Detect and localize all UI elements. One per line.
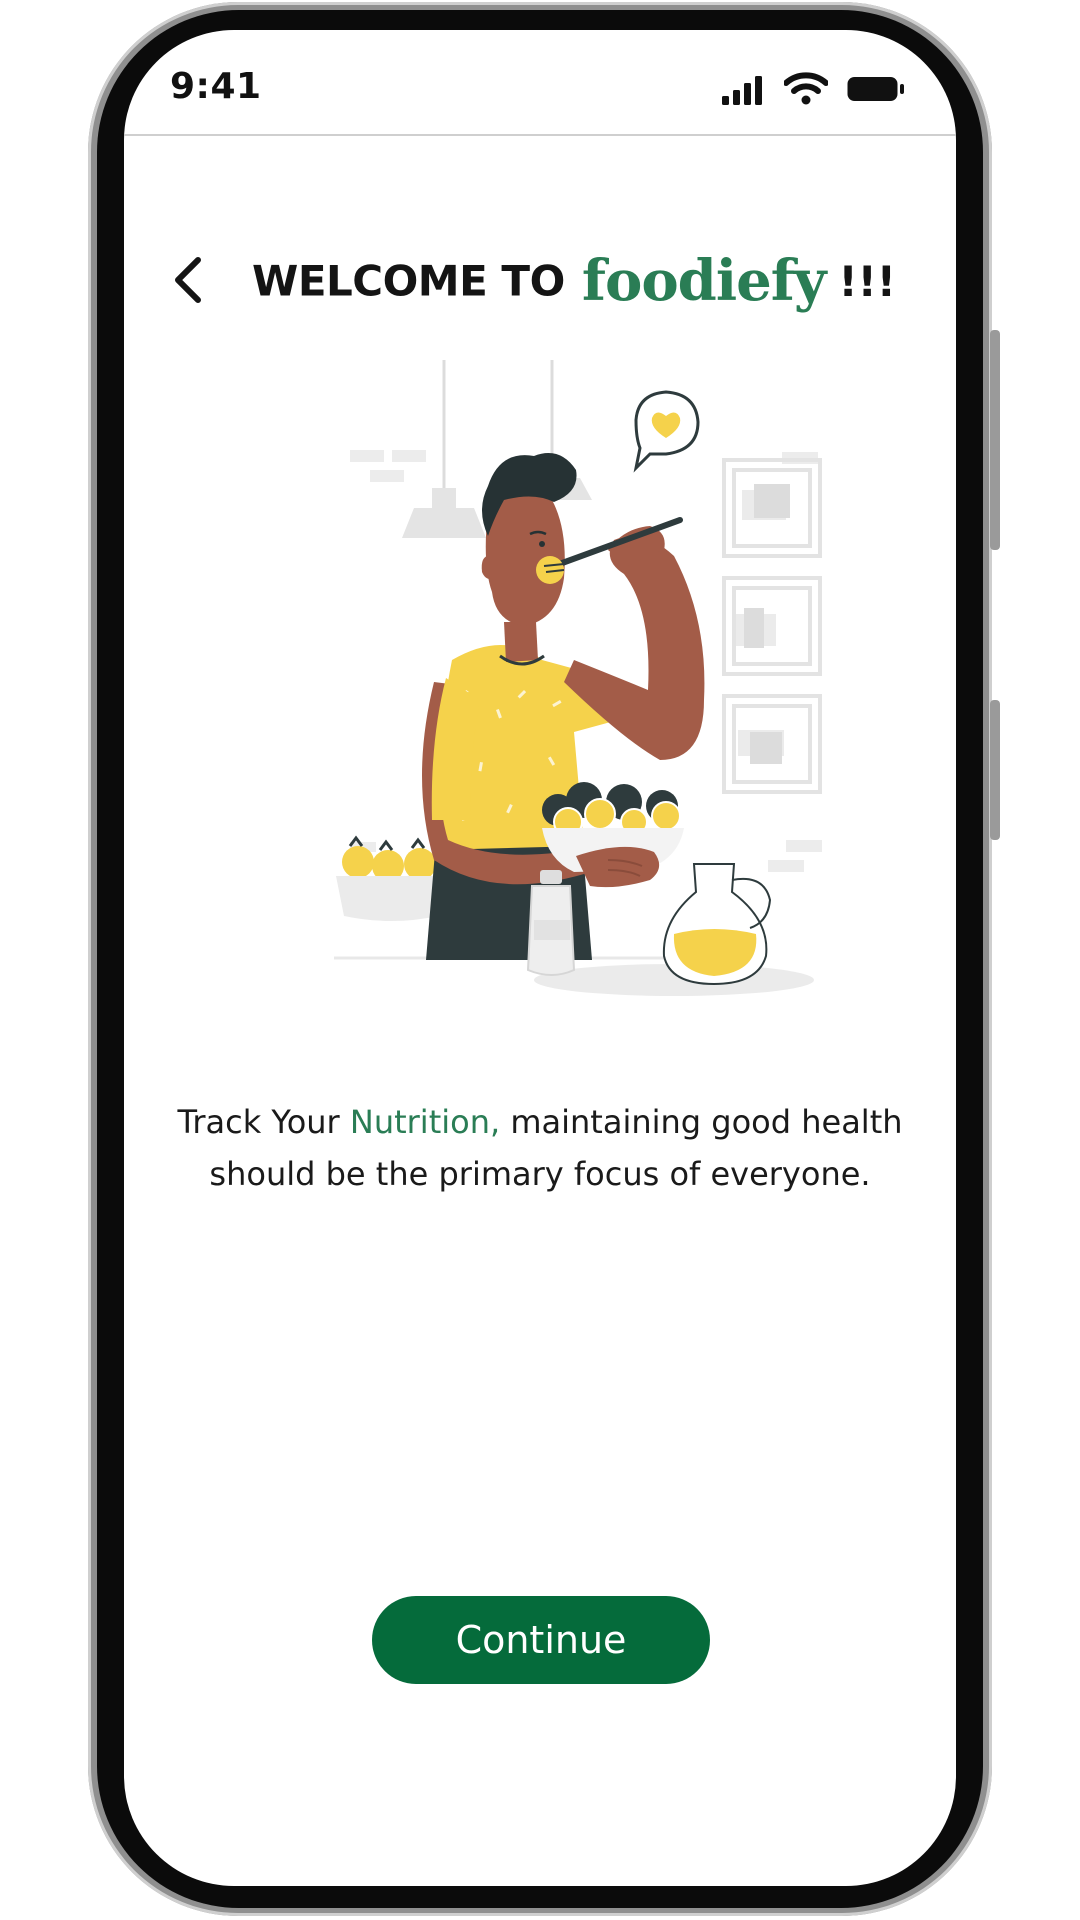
device-mockup: 9:41 WELCOME TO foodiefy !!! Track Your … — [0, 0, 1080, 1920]
chevron-left-icon — [175, 257, 201, 303]
cellular-signal-icon — [722, 76, 762, 105]
status-time: 9:41 — [170, 66, 262, 107]
status-icons — [722, 72, 906, 108]
header: WELCOME TO foodiefy !!! — [124, 230, 956, 326]
wifi-icon — [784, 72, 828, 105]
page-title: WELCOME TO foodiefy !!! — [252, 248, 896, 314]
title-prefix: WELCOME TO — [252, 256, 565, 306]
title-suffix: !!! — [838, 256, 896, 306]
eating-healthy-illustration — [334, 360, 822, 996]
continue-button[interactable]: Continue — [372, 1596, 710, 1684]
power-button — [990, 700, 1000, 840]
message-accent: Nutrition, — [349, 1103, 501, 1141]
status-bar: 9:41 — [124, 30, 956, 136]
back-button[interactable] — [160, 250, 220, 310]
volume-button — [990, 330, 1000, 550]
app-screen: 9:41 WELCOME TO foodiefy !!! Track Your … — [124, 30, 956, 1886]
onboarding-message: Track Your Nutrition, maintaining good h… — [164, 1096, 916, 1200]
battery-icon — [847, 77, 904, 101]
message-start: Track Your — [177, 1103, 340, 1141]
brand-name: foodiefy — [581, 248, 826, 314]
